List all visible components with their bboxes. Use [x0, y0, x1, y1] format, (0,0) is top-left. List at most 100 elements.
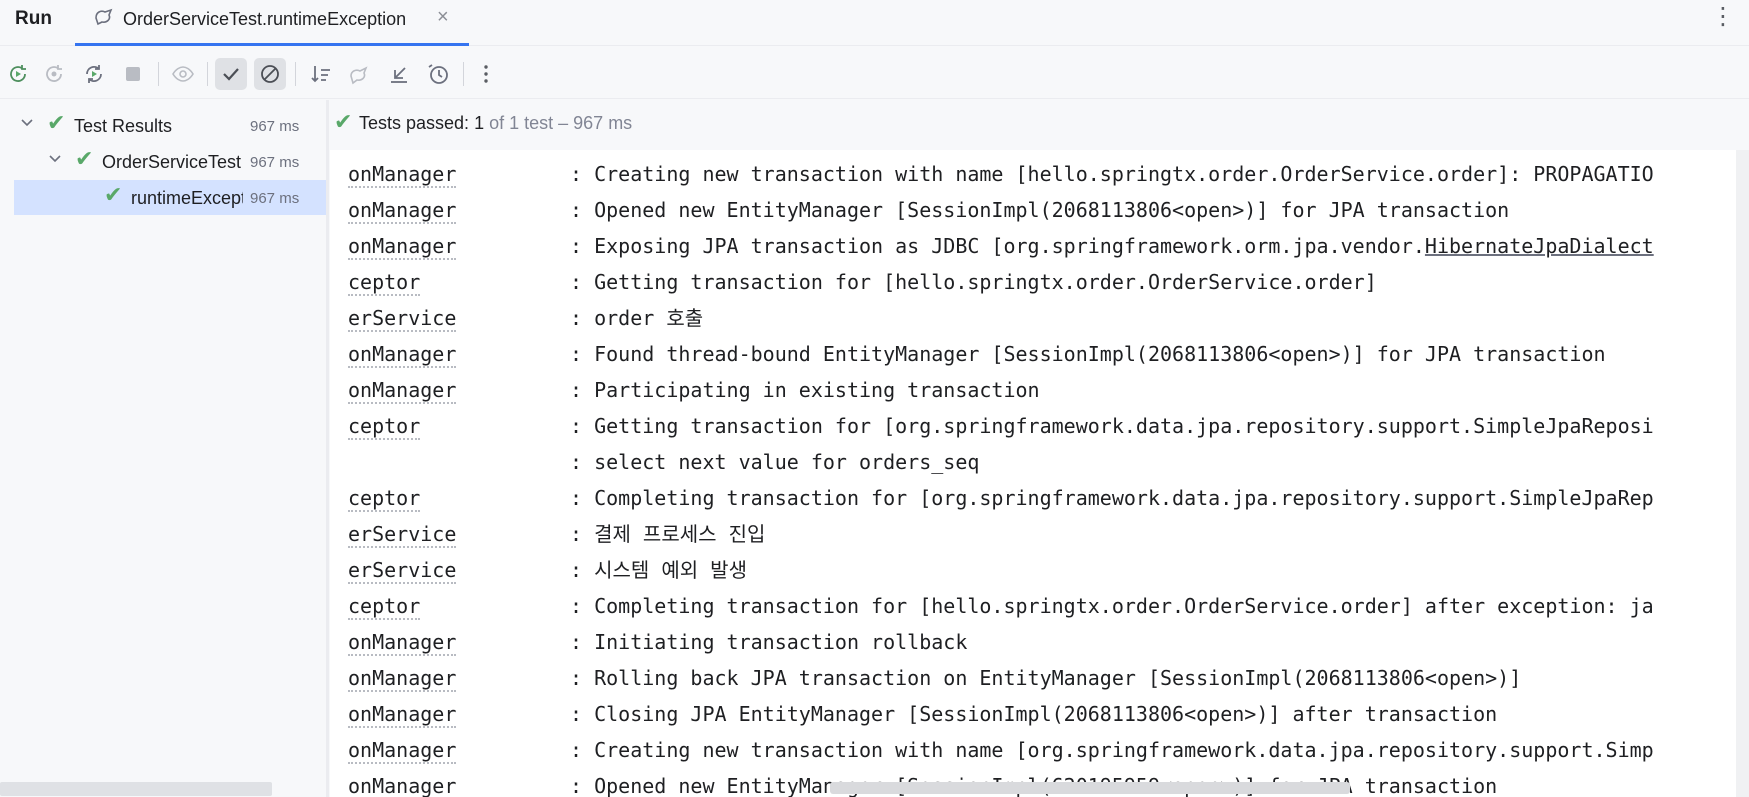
log-source: onManager: [348, 768, 570, 797]
import-tests-icon[interactable]: [344, 58, 376, 90]
test-runner-icon: [93, 6, 115, 31]
log-message: : select next value for orders_seq: [570, 450, 980, 474]
tab-label: OrderServiceTest.runtimeException: [123, 9, 407, 29]
console-line: ceptor : Completing transaction for [hell…: [348, 588, 1654, 624]
log-source: ceptor: [348, 270, 421, 296]
console-line: : select next value for orders_seq: [348, 444, 1654, 480]
log-source: ceptor: [348, 414, 421, 440]
log-source: erService: [348, 306, 457, 332]
show-passed-icon[interactable]: [215, 58, 247, 90]
log-message: : Completing transaction for [hello.spri…: [570, 594, 1654, 618]
console-line: ceptor : Completing transaction for [org.…: [348, 480, 1654, 516]
console-line: erService : order 호출: [348, 300, 1654, 336]
tab-order-service-test[interactable]: OrderServiceTest.runtimeException ×: [75, 0, 469, 46]
console-horizontal-scrollbar[interactable]: [830, 782, 1350, 794]
run-tool-window-title: Run: [15, 8, 52, 29]
tree-horizontal-scrollbar[interactable]: [0, 782, 272, 796]
show-ignored-icon[interactable]: [167, 58, 199, 90]
tree-node-duration: 967 ms: [250, 190, 300, 207]
log-message: : Getting transaction for [hello.springt…: [570, 270, 1377, 294]
passed-check-icon: ✔: [334, 109, 353, 134]
tree-node-duration: 967 ms: [250, 154, 300, 171]
console-line: onManager : Creating new transaction with…: [348, 156, 1654, 192]
tree-node-order-service-test[interactable]: ✔ OrderServiceTest 967 ms: [0, 144, 326, 179]
run-toolbar: [0, 47, 1749, 99]
more-vertical-icon[interactable]: [470, 58, 502, 90]
tree-node-runtime-exception[interactable]: ✔ runtimeException 967 ms: [14, 180, 326, 215]
more-vertical-icon[interactable]: ⋮: [1711, 2, 1735, 31]
chevron-down-icon[interactable]: [20, 115, 34, 133]
log-message: : 결제 프로세스 진입: [570, 522, 766, 546]
log-source: onManager: [348, 378, 457, 404]
panel-splitter[interactable]: [326, 100, 329, 797]
log-source: onManager: [348, 162, 457, 188]
passed-check-icon: ✔: [104, 182, 123, 207]
log-source: onManager: [348, 234, 457, 260]
log-source: erService: [348, 558, 457, 584]
stop-icon[interactable]: [117, 58, 149, 90]
tree-node-label: Test Results: [74, 116, 173, 136]
sort-icon[interactable]: [305, 58, 337, 90]
console-line: onManager : Participating in existing tra…: [348, 372, 1654, 408]
passed-check-icon: ✔: [47, 110, 66, 135]
status-detail: of 1 test – 967 ms: [489, 113, 633, 133]
log-source: onManager: [348, 342, 457, 368]
tool-window-tabbar: Run OrderServiceTest.runtimeException × …: [0, 0, 1749, 46]
passed-check-icon: ✔: [75, 146, 94, 171]
log-source: onManager: [348, 630, 457, 656]
log-message: : Creating new transaction with name [he…: [570, 162, 1654, 186]
toolbar-separator: [295, 62, 296, 86]
log-source: onManager: [348, 198, 457, 224]
console-line: onManager : Closing JPA EntityManager [Se…: [348, 696, 1654, 732]
collapse-icon[interactable]: [383, 58, 415, 90]
log-source: ceptor: [348, 594, 421, 620]
show-ignored-toggle-icon[interactable]: [254, 58, 286, 90]
console-line: onManager : Opened new EntityManager [Ses…: [348, 192, 1654, 228]
toggle-auto-test-icon[interactable]: [78, 58, 110, 90]
test-status-bar: ✔ Tests passed: 1 of 1 test – 967 ms: [330, 100, 1749, 150]
status-count: 1: [474, 113, 485, 133]
class-link[interactable]: HibernateJpaDialect: [1425, 234, 1654, 258]
console-lines: onManager: Creating new transaction with…: [348, 156, 1654, 797]
console-line: erService : 결제 프로세스 진입: [348, 516, 1654, 552]
console-line: ceptor : Getting transaction for [org.spr…: [348, 408, 1654, 444]
log-message: : Found thread-bound EntityManager [Sess…: [570, 342, 1606, 366]
close-icon[interactable]: ×: [437, 6, 449, 29]
console-line: onManager: Rolling back JPA transaction …: [348, 660, 1654, 696]
log-message: : Initiating transaction rollback: [570, 630, 968, 654]
rerun-failed-icon[interactable]: [38, 58, 70, 90]
toolbar-separator: [207, 62, 208, 86]
console-line: erService: 시스템 예외 발생: [348, 552, 1654, 588]
active-tab-indicator: [75, 43, 469, 46]
test-results-tree: ✔ Test Results 967 ms ✔ OrderServiceTest…: [0, 100, 326, 797]
log-source: ceptor: [348, 486, 421, 512]
tree-node-duration: 967 ms: [250, 118, 300, 135]
log-message: : Creating new transaction with name [or…: [570, 738, 1654, 762]
tree-node-test-results[interactable]: ✔ Test Results 967 ms: [0, 108, 326, 143]
tree-node-label: runtimeException: [131, 188, 243, 208]
log-source: erService: [348, 522, 457, 548]
log-message: : Opened new EntityManager [SessionImpl(…: [570, 198, 1510, 222]
toolbar-separator: [463, 62, 464, 86]
log-message: : order 호출: [570, 306, 704, 330]
log-source: onManager: [348, 702, 457, 728]
test-history-icon[interactable]: [422, 58, 454, 90]
console-line: onManager: Creating new transaction with…: [348, 732, 1654, 768]
console-line: onManager : Found thread-bound EntityMana…: [348, 336, 1654, 372]
test-status-text: Tests passed: 1 of 1 test – 967 ms: [359, 113, 632, 134]
status-prefix: Tests passed:: [359, 113, 470, 133]
log-message: : Getting transaction for [org.springfra…: [570, 414, 1654, 438]
tree-node-label: OrderServiceTest: [102, 152, 242, 172]
log-message: : Exposing JPA transaction as JDBC [org.…: [570, 234, 1654, 258]
log-message: : Participating in existing transaction: [570, 378, 1040, 402]
console-line: ceptor : Getting transaction for [hello.s…: [348, 264, 1654, 300]
console-output[interactable]: onManager: Creating new transaction with…: [330, 150, 1736, 797]
console-line: onManager : Initiating transaction rollba…: [348, 624, 1654, 660]
chevron-down-icon[interactable]: [48, 151, 62, 169]
rerun-icon[interactable]: [2, 58, 34, 90]
toolbar-separator: [158, 62, 159, 86]
console-line: onManager : Exposing JPA transaction as J…: [348, 228, 1654, 264]
log-message: : Completing transaction for [org.spring…: [570, 486, 1654, 510]
console-vertical-scrollbar[interactable]: [1736, 150, 1749, 797]
log-message: : Closing JPA EntityManager [SessionImpl…: [570, 702, 1498, 726]
